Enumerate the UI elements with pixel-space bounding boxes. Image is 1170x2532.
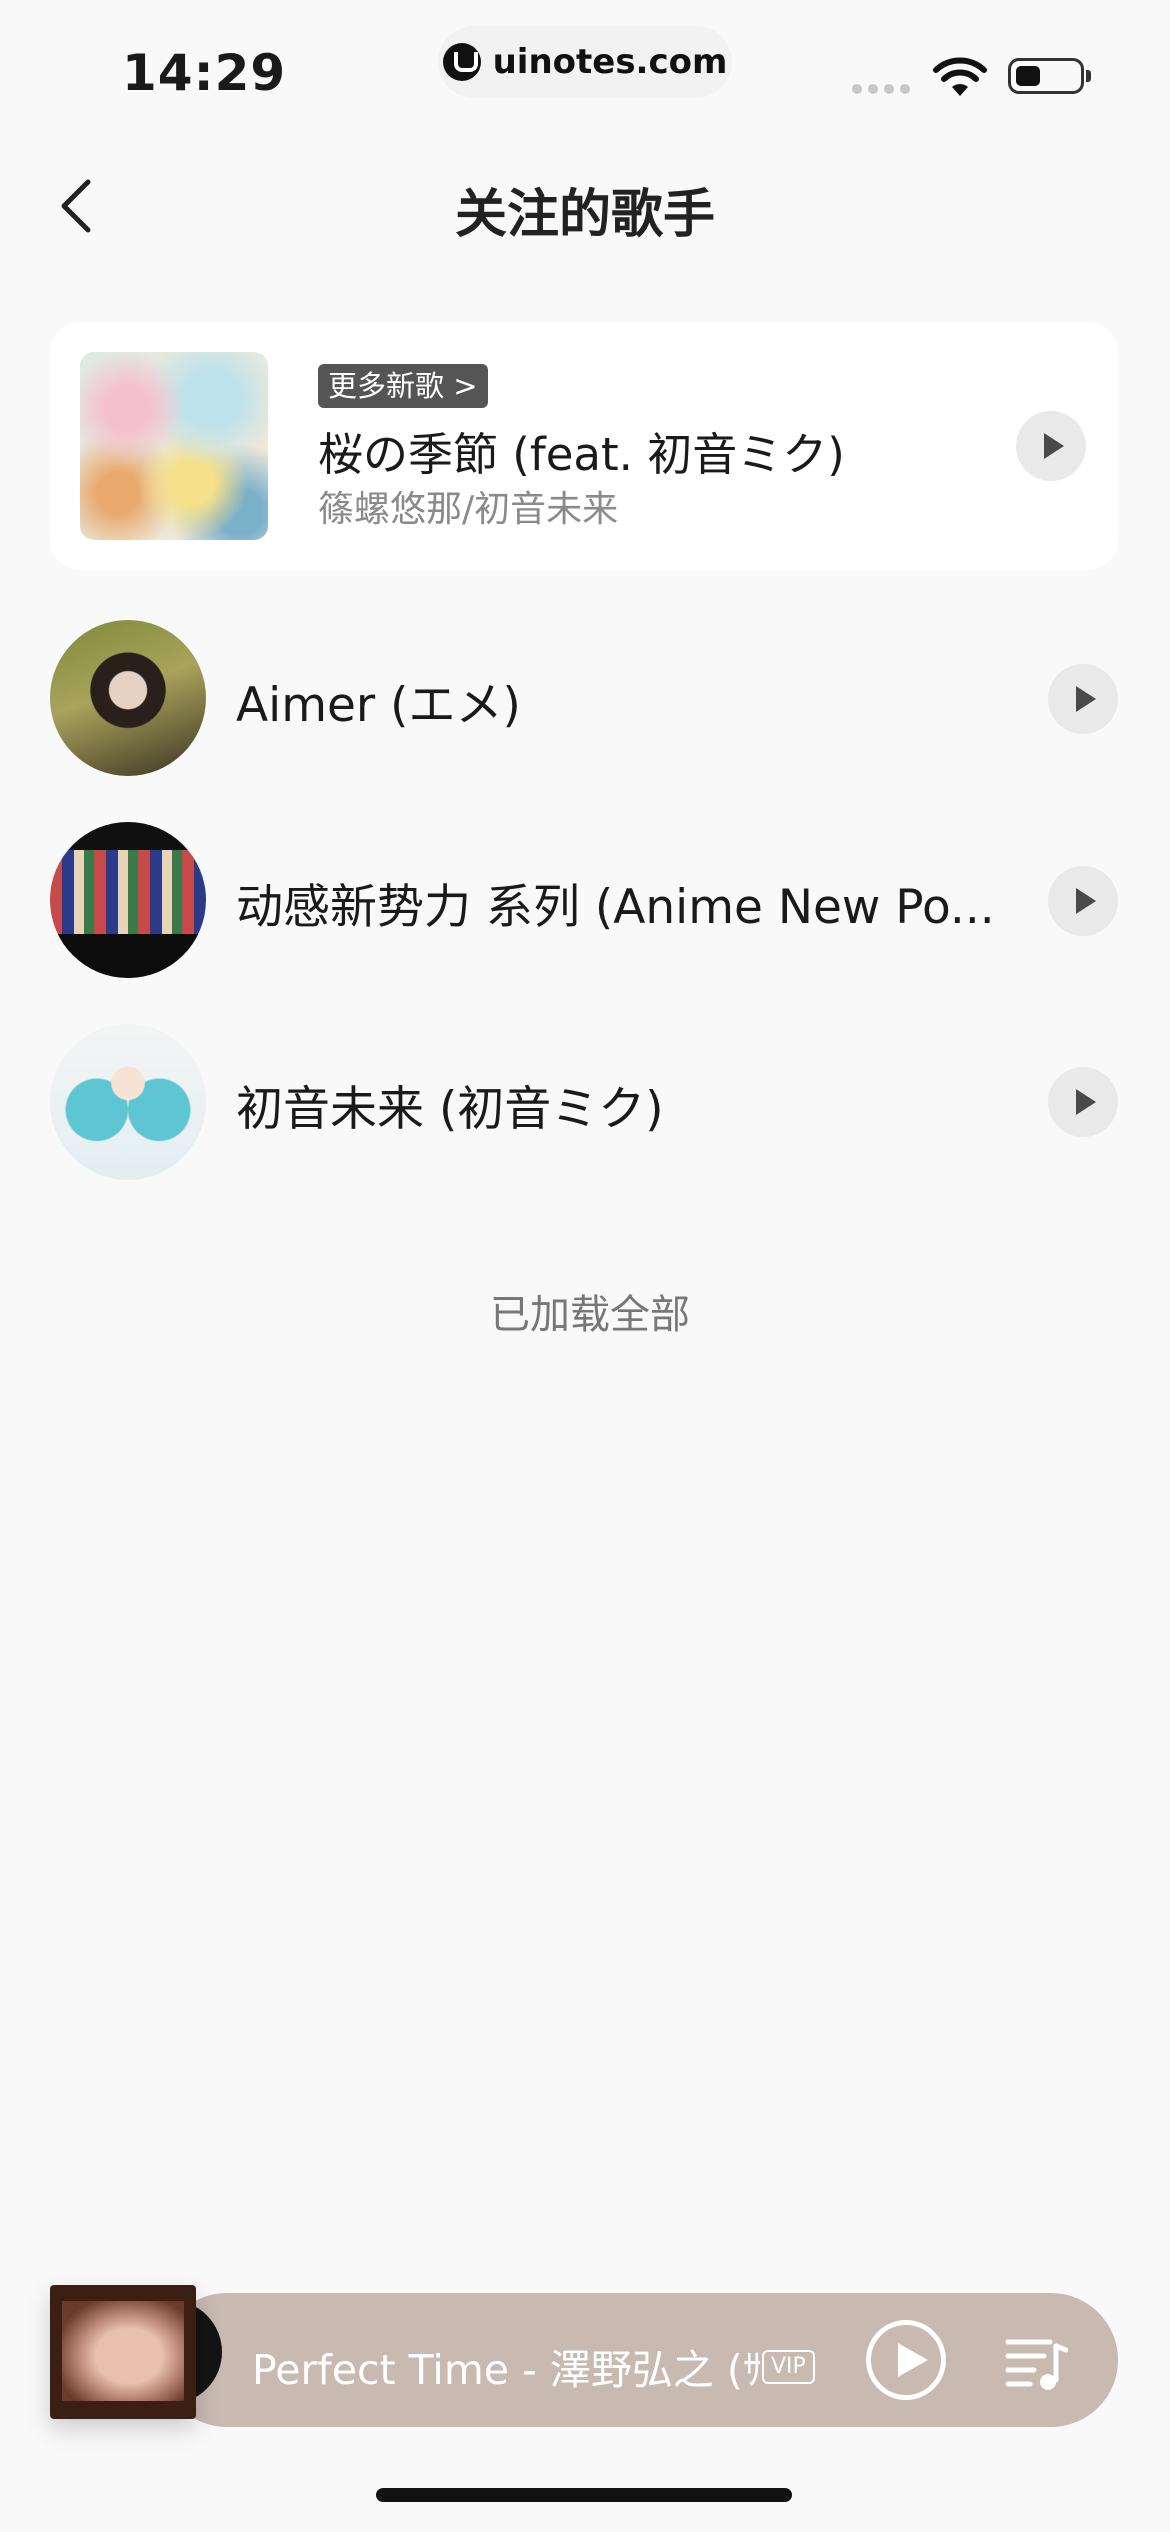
artist-play-button[interactable] <box>1048 664 1118 734</box>
artist-name[interactable]: Aimer (エメ) <box>236 666 521 735</box>
now-playing-cover[interactable] <box>50 2285 196 2419</box>
now-playing-title[interactable]: Perfect Time - 澤野弘之 (ｻﾜﾉﾋﾛﾕｷ) <box>252 2336 760 2396</box>
wifi-icon <box>933 57 987 96</box>
featured-song-artist: 篠螺悠那/初音未来 <box>318 489 619 530</box>
battery-level <box>1016 66 1040 86</box>
status-time: 14:29 <box>122 44 287 102</box>
featured-song-title: 桜の季節 (feat. 初音ミク) <box>318 428 845 481</box>
artist-play-button[interactable] <box>1048 866 1118 936</box>
url-pill[interactable]: uinotes.com <box>438 26 732 98</box>
playlist-icon[interactable] <box>1004 2332 1068 2394</box>
more-new-songs-badge[interactable]: 更多新歌 > <box>318 364 488 408</box>
page-title: 关注的歌手 <box>454 185 715 245</box>
album-cover[interactable] <box>80 352 268 540</box>
home-indicator <box>376 2488 792 2502</box>
artist-name[interactable]: 初音未来 (初音ミク) <box>236 1070 664 1139</box>
artist-play-button[interactable] <box>1048 1067 1118 1137</box>
battery-icon <box>1008 58 1084 94</box>
vip-badge: VIP <box>762 2350 815 2384</box>
signal-dots-icon <box>852 84 910 94</box>
artist-avatar[interactable] <box>50 1024 206 1180</box>
artist-name[interactable]: 动感新势力 系列 (Anime New Po... <box>236 868 995 937</box>
artist-avatar[interactable] <box>50 822 206 978</box>
play-pause-button[interactable] <box>866 2320 946 2400</box>
site-logo-icon <box>442 43 481 81</box>
battery-cap <box>1086 70 1091 82</box>
featured-play-button[interactable] <box>1016 411 1086 481</box>
all-loaded-text: 已加载全部 <box>490 1292 690 1338</box>
url-text: uinotes.com <box>492 42 728 82</box>
artist-avatar[interactable] <box>50 620 206 776</box>
